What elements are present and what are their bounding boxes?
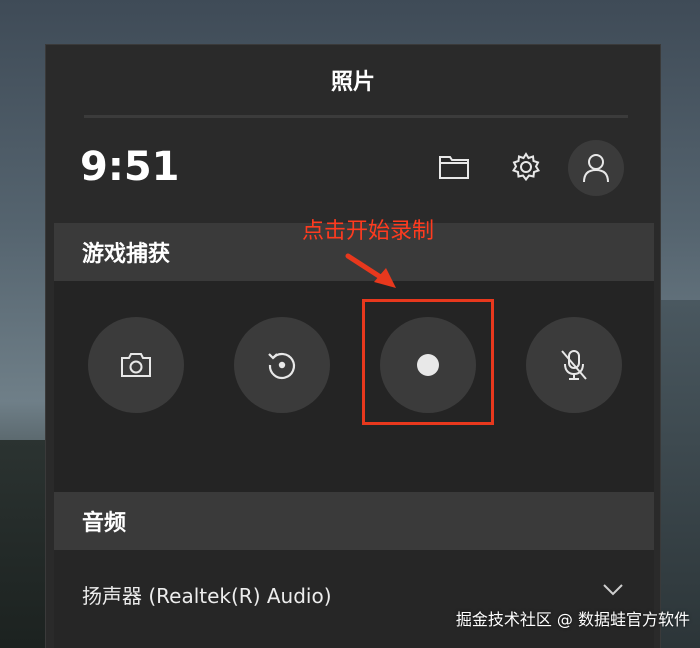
folder-icon[interactable]: [438, 154, 470, 180]
mic-toggle-button[interactable]: [526, 317, 622, 413]
user-icon: [583, 154, 609, 183]
audio-section-title: 音频: [82, 511, 127, 536]
gear-icon[interactable]: [510, 151, 542, 183]
panel-title: 照片: [330, 70, 375, 95]
clock-time: 9:51: [80, 144, 180, 190]
game-bar-panel: 照片 9:51 游戏捕获 音频 扬声器 (Realtek(R) Audio): [46, 45, 660, 648]
audio-section-header: 音频: [54, 492, 654, 550]
camera-icon: [121, 353, 151, 377]
chevron-down-icon[interactable]: [602, 583, 624, 597]
speaker-device-label[interactable]: 扬声器 (Realtek(R) Audio): [82, 580, 332, 609]
record-last-icon: [268, 352, 296, 380]
capture-section-title: 游戏捕获: [82, 242, 171, 267]
annotation-text: 点击开始录制: [302, 219, 435, 244]
annotation-highlight-box: [362, 299, 494, 425]
screenshot-button[interactable]: [88, 317, 184, 413]
record-last-30s-button[interactable]: [234, 317, 330, 413]
avatar[interactable]: [568, 140, 624, 196]
title-divider: [84, 115, 628, 118]
title-bar: 照片: [46, 45, 660, 115]
watermark-text: 掘金技术社区 @ 数据蛙官方软件: [455, 610, 690, 629]
annotation-arrow-icon: [345, 253, 396, 288]
mic-off-icon: [561, 350, 587, 380]
